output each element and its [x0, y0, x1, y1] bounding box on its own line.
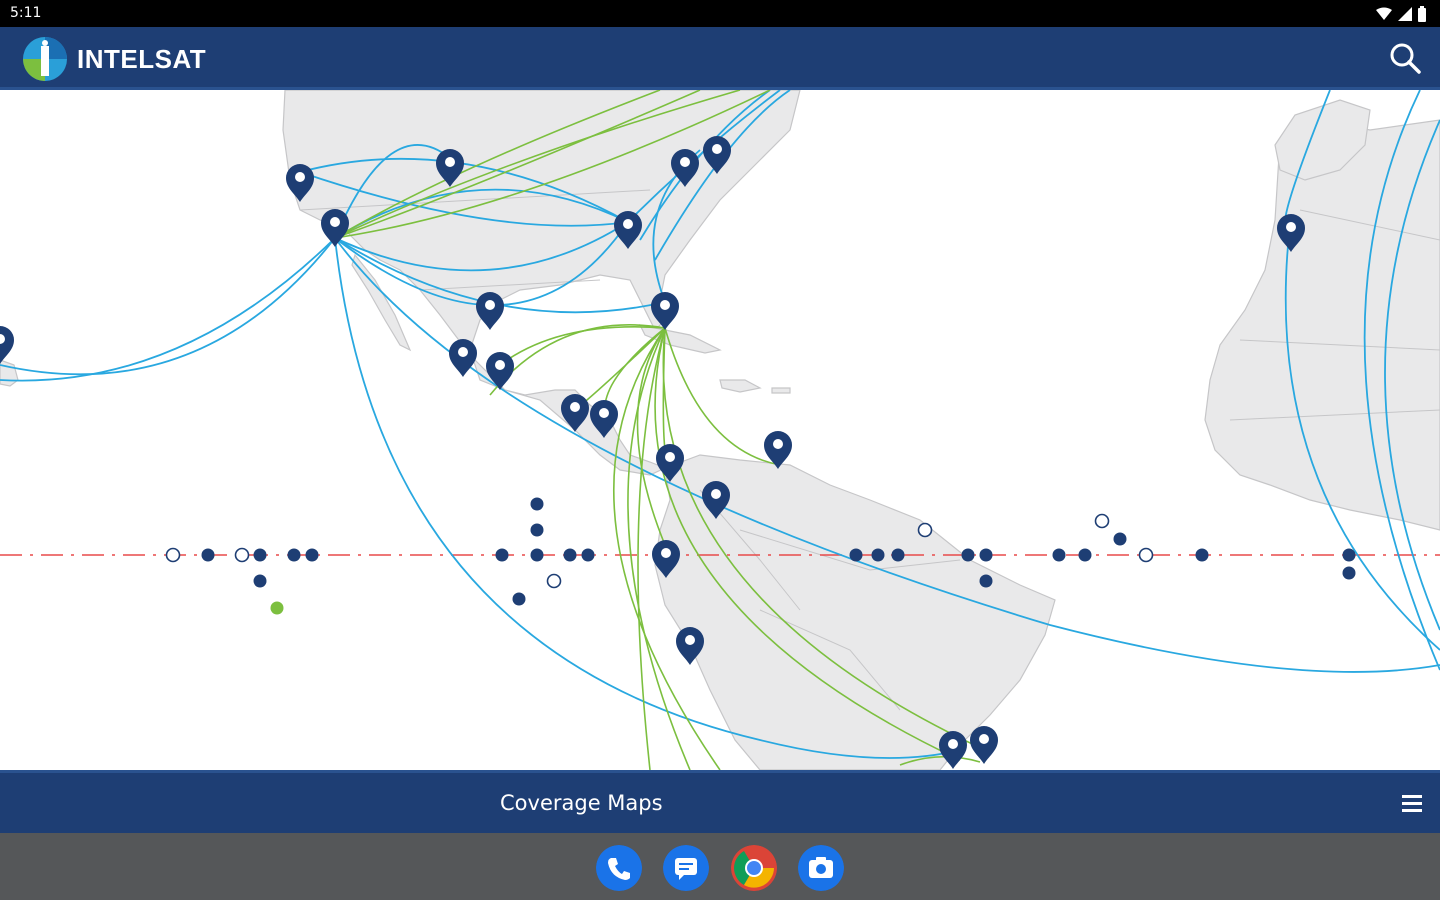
hispaniola-landmass — [719, 379, 762, 393]
satellite-dot-icon — [1342, 548, 1356, 562]
wifi-icon — [1376, 7, 1392, 20]
satellite-dot-icon — [1078, 548, 1092, 562]
satellite-dot-icon — [1138, 547, 1154, 563]
satellite-dot-icon — [201, 548, 215, 562]
location-pin-icon[interactable] — [970, 726, 998, 764]
satellite-dot-icon — [234, 547, 250, 563]
chrome-icon[interactable] — [731, 845, 777, 891]
satellite-dot-icon — [1342, 566, 1356, 580]
satellite-dot-icon — [530, 548, 544, 562]
satellite-dot-icon — [1113, 532, 1127, 546]
app-dock — [0, 833, 1440, 900]
location-pin-icon[interactable] — [449, 339, 477, 377]
satellite-dot-icon — [305, 548, 319, 562]
satellite-dot-icon — [581, 548, 595, 562]
battery-icon — [1418, 6, 1426, 22]
hamburger-menu-icon[interactable] — [1400, 792, 1426, 814]
location-pin-icon[interactable] — [321, 209, 349, 247]
camera-icon[interactable] — [798, 845, 844, 891]
satellite-dot-icon — [512, 592, 526, 606]
satellite-dot-icon — [979, 548, 993, 562]
satellite-dot-icon — [1195, 548, 1209, 562]
satellite-dot-icon — [891, 548, 905, 562]
search-icon[interactable] — [1388, 41, 1422, 75]
satellite-dot-icon — [849, 548, 863, 562]
phone-icon[interactable] — [596, 845, 642, 891]
map-canvas[interactable] — [0, 90, 1440, 770]
satellite-dot-icon — [287, 548, 301, 562]
bottom-bar: Coverage Maps — [0, 770, 1440, 833]
africa-landmass — [1204, 119, 1440, 531]
puerto-rico-landmass — [771, 387, 791, 394]
satellite-dot-icon — [270, 601, 284, 615]
intelsat-logo-icon[interactable] — [22, 36, 68, 82]
status-bar: 5:11 — [0, 0, 1440, 27]
app-header: INTELSAT — [0, 27, 1440, 90]
satellite-dot-icon — [979, 574, 993, 588]
satellite-dot-icon — [495, 548, 509, 562]
satellite-dot-icon — [530, 497, 544, 511]
satellite-dot-icon — [530, 523, 544, 537]
page-title: Coverage Maps — [500, 791, 663, 815]
satellite-dot-icon — [1052, 548, 1066, 562]
brand-name: INTELSAT — [77, 44, 207, 74]
satellite-dot-icon — [917, 522, 933, 538]
satellite-dot-icon — [253, 548, 267, 562]
satellite-dot-icon — [165, 547, 181, 563]
status-time: 5:11 — [10, 5, 42, 21]
pacific-island-landmass — [0, 359, 19, 387]
signal-icon — [1398, 7, 1412, 21]
status-icons — [1376, 5, 1426, 23]
location-pin-icon[interactable] — [476, 292, 504, 330]
satellite-dot-icon — [253, 574, 267, 588]
messages-icon[interactable] — [663, 845, 709, 891]
satellite-dot-icon — [961, 548, 975, 562]
landmasses — [0, 90, 1440, 770]
location-pin-icon[interactable] — [0, 326, 14, 364]
satellite-dot-icon — [1094, 513, 1110, 529]
satellite-dot-icon — [871, 548, 885, 562]
coverage-map[interactable] — [0, 90, 1440, 770]
satellite-dot-icon — [563, 548, 577, 562]
satellite-dot-icon — [546, 573, 562, 589]
